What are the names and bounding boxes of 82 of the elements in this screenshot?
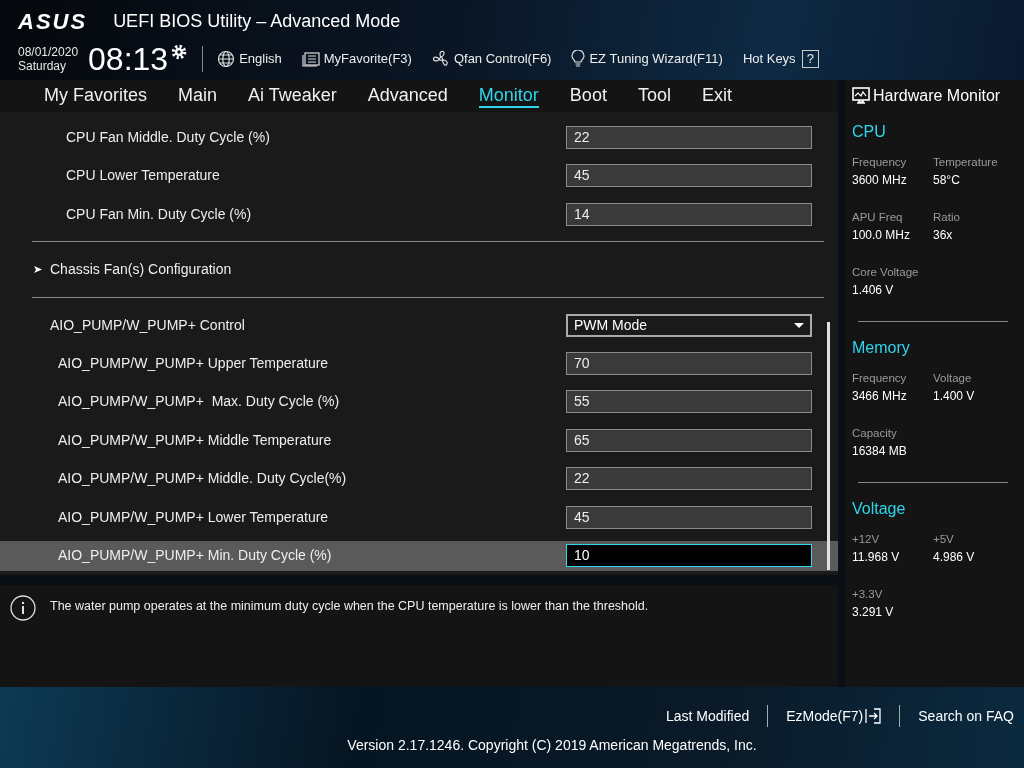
help-text: The water pump operates at the minimum duty cycle when the CPU temperature is lower than the threshold. — [50, 598, 649, 615]
setting-label: AIO_PUMP/W_PUMP+ Upper Temperature — [57, 354, 330, 373]
input-field[interactable]: 70 — [566, 352, 812, 375]
input-field[interactable]: 10 — [566, 544, 812, 568]
weekday-text: Saturday — [18, 59, 68, 73]
input-field[interactable]: 45 — [566, 505, 812, 529]
footer-link[interactable]: EzMode(F7) — [786, 705, 882, 727]
reading-value: 58°C — [933, 172, 961, 189]
monitor-icon — [852, 87, 870, 105]
reading-value: 36x — [933, 227, 954, 244]
input-field[interactable]: 45 — [566, 164, 812, 188]
brand-logo: ASUS — [18, 7, 88, 36]
setting-label: AIO_PUMP/W_PUMP+ Middle Temperature — [57, 430, 333, 450]
setting-label: AIO_PUMP/W_PUMP+ Control — [49, 315, 246, 335]
settings-icon[interactable] — [170, 43, 189, 61]
scrollbar-thumb[interactable] — [827, 322, 830, 570]
setting-label: CPU Lower Temperature — [65, 166, 221, 186]
reading-label: +12V — [852, 532, 881, 547]
setting-label: AIO_PUMP/W_PUMP+ Lower Temperature — [57, 507, 330, 527]
info-icon — [10, 595, 36, 621]
version-text: Version 2.17.1246. Copyright (C) 2019 American Megatrends, Inc. — [347, 736, 757, 755]
setting-label: CPU Fan Min. Duty Cycle (%) — [65, 204, 253, 224]
submenu-arrow-icon — [34, 266, 42, 274]
panel-title: Hardware Monitor — [873, 86, 1001, 106]
toolbar-button[interactable]: English — [217, 49, 282, 69]
setting-row-highlight[interactable]: AIO_PUMP/W_PUMP+ Min. Duty Cycle (%) 10 — [0, 540, 838, 572]
reading-value: 4.986 V — [933, 549, 976, 566]
setting-label: AIO_PUMP/W_PUMP+ Min. Duty Cycle (%) — [57, 546, 333, 566]
input-field[interactable]: 14 — [566, 202, 812, 226]
exit-icon — [865, 708, 882, 724]
reading-label: Capacity — [852, 426, 898, 441]
input-field[interactable]: 65 — [566, 428, 812, 452]
reading-value: 3466 MHz — [852, 388, 908, 405]
reading-label: Core Voltage — [852, 265, 920, 280]
toolbar-button[interactable]: Qfan Control(F6) — [431, 49, 552, 69]
reading-label: Ratio — [933, 210, 961, 225]
fan-icon — [431, 50, 450, 68]
tab[interactable]: Boot — [569, 84, 607, 108]
setting-label[interactable]: Chassis Fan(s) Configuration — [50, 259, 816, 281]
footer-link[interactable]: Search on FAQ — [918, 705, 1014, 727]
list-icon — [301, 51, 320, 67]
input-field[interactable]: 22 — [566, 467, 812, 491]
input-field[interactable]: 55 — [566, 390, 812, 414]
footer-link[interactable]: Last Modified — [665, 705, 750, 727]
section-title: Memory — [852, 339, 910, 356]
tab[interactable]: Exit — [701, 84, 732, 108]
reading-value: 16384 MB — [852, 443, 908, 460]
tab[interactable]: Advanced — [367, 84, 448, 108]
input-field[interactable]: 22 — [566, 125, 812, 149]
reading-value: 1.400 V — [933, 388, 976, 405]
reading-label: APU Freq — [852, 210, 904, 225]
tab[interactable]: Tool — [637, 84, 671, 108]
tab[interactable]: My Favorites — [44, 84, 148, 108]
tab[interactable]: Ai Tweaker — [248, 84, 337, 108]
reading-value: 3.291 V — [852, 604, 895, 621]
clock-time: 08:13 — [88, 42, 169, 76]
toolbar-button[interactable]: MyFavorite(F3) — [301, 49, 412, 69]
reading-value: 100.0 MHz — [852, 227, 912, 244]
toolbar-button[interactable]: EZ Tuning Wizard(F11) — [571, 49, 723, 69]
section-title: CPU — [852, 123, 886, 140]
reading-label: Frequency — [852, 371, 908, 386]
reading-value: 3600 MHz — [852, 172, 908, 189]
tab[interactable]: Monitor — [478, 84, 539, 108]
reading-value: 1.406 V — [852, 282, 895, 299]
tab[interactable]: Main — [178, 84, 218, 108]
reading-value: 11.968 V — [852, 549, 901, 566]
hot-keys-button[interactable]: Hot Keys ? — [742, 49, 819, 69]
window-title: UEFI BIOS Utility – Advanced Mode — [113, 9, 401, 33]
reading-label: Frequency — [852, 155, 908, 170]
lightbulb-icon — [571, 50, 586, 68]
reading-label: Voltage — [933, 371, 973, 386]
reading-label: +3.3V — [852, 587, 884, 602]
setting-label: CPU Fan Middle. Duty Cycle (%) — [65, 127, 271, 147]
date-text: 08/01/2020 — [18, 45, 79, 59]
caret-icon — [794, 322, 804, 328]
section-title: Voltage — [852, 500, 906, 517]
reading-label: +5V — [933, 532, 955, 547]
reading-label: Temperature — [933, 155, 999, 170]
setting-label: AIO_PUMP/W_PUMP+ Max. Duty Cycle (%) — [57, 392, 341, 412]
globe-icon — [217, 50, 236, 68]
setting-label: AIO_PUMP/W_PUMP+ Middle. Duty Cycle(%) — [57, 469, 348, 489]
dropdown-select[interactable]: PWM Mode — [566, 313, 812, 337]
